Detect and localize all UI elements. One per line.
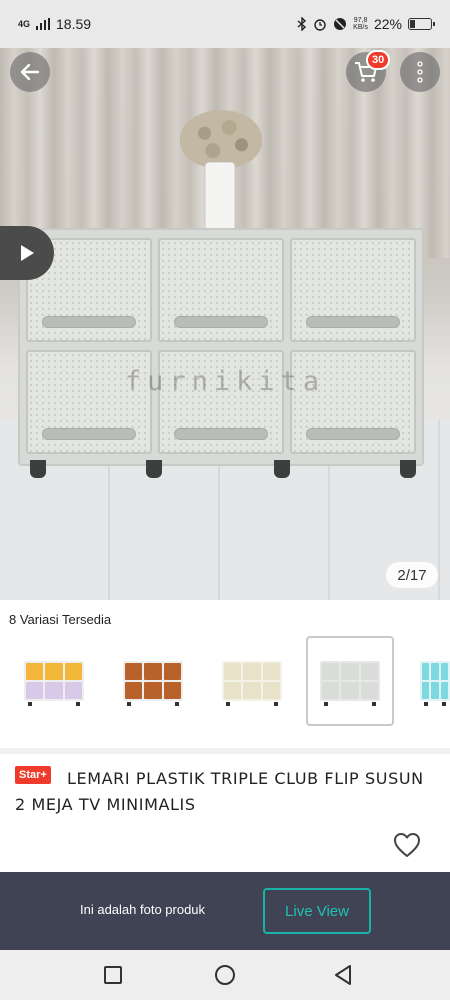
product-title-section: LEMARI PLASTIK TRIPLE CLUB FLIP SUSUN 2 … [0,754,450,872]
recent-apps-button[interactable] [100,962,126,988]
alarm-icon [314,19,326,31]
home-button[interactable] [212,962,238,988]
watermark: furnikita [124,366,326,397]
cabinet-leg [30,460,46,478]
cabinet-leg [274,460,290,478]
network-speed: 97,8 KB/s [353,17,368,31]
star-plus-badge: Star+ [15,766,51,784]
clock: 18.59 [56,16,92,32]
back-arrow-icon [20,63,40,81]
photo-info-bar: Ini adalah foto produk Live View [0,872,450,950]
variant-thumb-brown[interactable] [110,638,196,724]
mute-icon [334,18,347,30]
product-image-gallery[interactable]: furnikita [0,48,450,600]
heart-icon [394,833,420,857]
cabinet [18,228,424,466]
cabinet-leg [400,460,416,478]
video-play-button[interactable] [0,226,54,280]
system-nav-bar [0,950,450,1000]
signal-icon [36,18,51,30]
triangle-icon [335,965,351,985]
variant-thumb-cream[interactable] [209,638,295,724]
square-icon [104,966,122,984]
network-type: 4G [18,18,31,29]
back-button[interactable] [10,52,50,92]
image-counter: 2/17 [386,562,438,588]
more-vertical-icon [417,61,423,83]
cart-count-badge: 30 [366,50,391,70]
variants-title: 8 Variasi Tersedia [9,612,112,627]
battery-percent: 22% [373,16,402,32]
variant-thumb-grey-selected[interactable] [306,636,394,726]
speed-unit: KB/s [353,24,368,31]
photo-hint-text: Ini adalah foto produk [80,902,206,917]
variant-thumb-aqua[interactable] [410,638,450,724]
more-options-button[interactable] [400,52,440,92]
cabinet-leg [146,460,162,478]
flowers [180,110,262,168]
circle-icon [215,965,235,985]
product-title: LEMARI PLASTIK TRIPLE CLUB FLIP SUSUN 2 … [15,769,424,814]
bluetooth-icon [297,17,307,31]
live-view-button[interactable]: Live View [263,888,371,934]
battery-fill [410,20,415,28]
status-bar: 4G 18.59 97,8 KB/s 22% [0,0,450,48]
drawer [290,238,416,342]
vase [205,162,235,230]
wishlist-button[interactable] [392,832,422,860]
variants-section: 8 Variasi Tersedia [0,600,450,748]
play-icon [21,245,34,261]
variant-thumb-yellow-purple[interactable] [11,638,97,724]
speed-value: 97,8 [353,17,368,24]
battery-icon [408,18,435,30]
drawer [158,238,284,342]
back-nav-button[interactable] [330,962,356,988]
